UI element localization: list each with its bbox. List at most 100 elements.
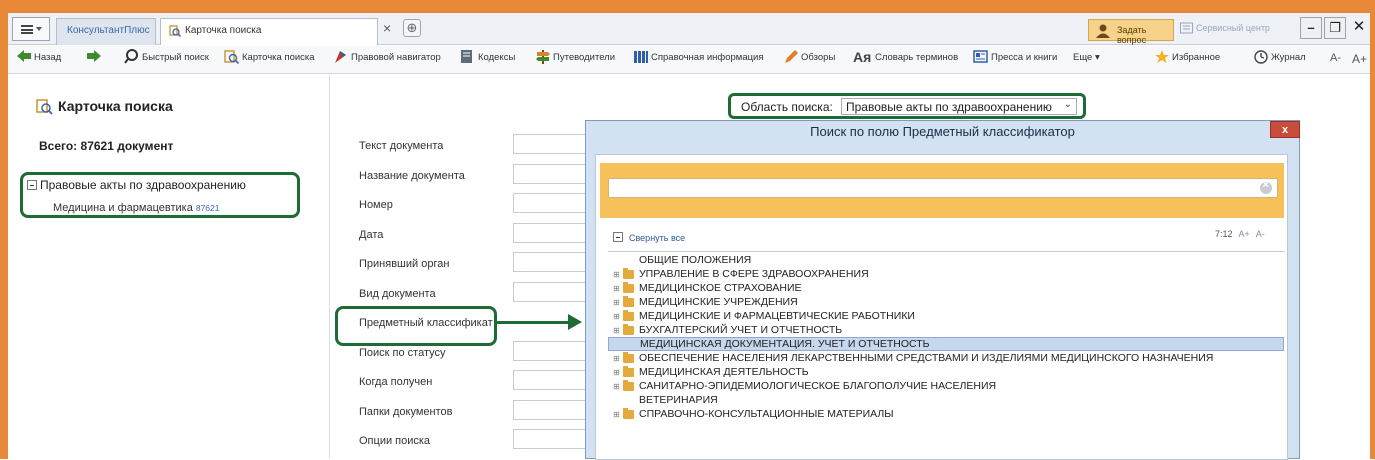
close-tab-icon[interactable]: × bbox=[383, 20, 391, 36]
field-input-folders[interactable] bbox=[513, 400, 593, 420]
folder-icon bbox=[623, 282, 634, 293]
service-center-link[interactable]: Сервисный центр bbox=[1180, 22, 1270, 34]
collapse-all-link[interactable]: Свернуть все bbox=[613, 232, 686, 243]
list-item[interactable]: ⊞ САНИТАРНО-ЭПИДЕМИОЛОГИЧЕСКОЕ БЛАГОПОЛУЧ… bbox=[608, 380, 1284, 394]
font-decrease-button[interactable]: A- bbox=[1330, 52, 1341, 64]
list-item[interactable]: ⊞ МЕДИЦИНСКИЕ И ФАРМАЦЕВТИЧЕСКИЕ РАБОТНИК… bbox=[608, 310, 1284, 324]
search-card-button[interactable]: Карточка поиска bbox=[224, 50, 315, 65]
new-tab-button[interactable]: ⊕ bbox=[403, 19, 421, 37]
list-item[interactable]: ВЕТЕРИНАРИЯ bbox=[608, 394, 1284, 408]
expand-icon[interactable]: ⊞ bbox=[613, 327, 621, 335]
journal-button[interactable]: Журнал bbox=[1253, 50, 1306, 64]
tree-item-count: 87621 bbox=[195, 203, 220, 213]
dialog-font-controls: 7:12 A+ A- bbox=[1215, 229, 1265, 239]
folder-icon bbox=[623, 324, 634, 335]
expand-icon[interactable]: ⊞ bbox=[613, 369, 621, 377]
quick-search-button[interactable]: Быстрый поиск bbox=[124, 49, 209, 64]
list-item[interactable]: ⊞ БУХГАЛТЕРСКИЙ УЧЕТ И ОТЧЕТНОСТЬ bbox=[608, 324, 1284, 338]
maximize-button[interactable]: ❐ bbox=[1324, 17, 1346, 39]
star-icon bbox=[1154, 49, 1170, 67]
main-menu-button[interactable] bbox=[12, 17, 50, 41]
back-button[interactable]: Назад bbox=[16, 50, 61, 63]
hamburger-icon bbox=[20, 24, 33, 34]
field-label-title: Название документа bbox=[359, 170, 465, 182]
expand-icon[interactable]: ⊞ bbox=[613, 355, 621, 363]
close-window-button[interactable]: ✕ bbox=[1348, 17, 1370, 39]
search-card-icon bbox=[169, 25, 182, 40]
dialog-search-input[interactable] bbox=[608, 178, 1278, 198]
list-item[interactable]: ⊞ МЕДИЦИНСКИЕ УЧРЕЖДЕНИЯ bbox=[608, 296, 1284, 310]
ask-question-button[interactable]: Задать вопрос bbox=[1088, 19, 1174, 45]
press-button[interactable]: Пресса и книги bbox=[973, 50, 1058, 63]
field-input-authority[interactable] bbox=[513, 252, 593, 272]
press-label: Пресса и книги bbox=[991, 52, 1058, 63]
field-input-options[interactable] bbox=[513, 429, 593, 449]
folder-icon bbox=[623, 268, 634, 279]
field-label-doc-type: Вид документа bbox=[359, 288, 436, 300]
codes-button[interactable]: Кодексы bbox=[460, 50, 515, 63]
tree-item-medicine[interactable]: Медицина и фармацевтика 87621 bbox=[53, 202, 219, 214]
field-input-received[interactable] bbox=[513, 370, 593, 390]
collapse-all-label: Свернуть все bbox=[629, 233, 686, 243]
list-item[interactable]: ⊞ МЕДИЦИНСКОЕ СТРАХОВАНИЕ bbox=[608, 282, 1284, 296]
more-menu-button[interactable]: Еще ▾ bbox=[1073, 52, 1100, 63]
expand-icon[interactable]: ⊞ bbox=[613, 383, 621, 391]
field-label-folders: Папки документов bbox=[359, 406, 453, 418]
clear-search-icon[interactable] bbox=[1260, 179, 1272, 194]
navigator-icon bbox=[333, 49, 349, 67]
list-item[interactable]: ⊞ ОБЕСПЕЧЕНИЕ НАСЕЛЕНИЯ ЛЕКАРСТВЕННЫМИ СР… bbox=[608, 352, 1284, 366]
tab-search-card[interactable]: Карточка поиска bbox=[160, 18, 378, 45]
title-bar: КонсультантПлюс Карточка поиска × ⊕ Зада… bbox=[8, 13, 1370, 45]
field-input-title[interactable] bbox=[513, 164, 593, 184]
list-item[interactable]: ⊞ СПРАВОЧНО-КОНСУЛЬТАЦИОННЫЕ МАТЕРИАЛЫ bbox=[608, 408, 1284, 422]
expand-icon[interactable]: ⊞ bbox=[613, 411, 621, 419]
reviews-button[interactable]: Обзоры bbox=[783, 50, 836, 63]
legal-navigator-label: Правовой навигатор bbox=[351, 52, 441, 63]
field-input-number[interactable] bbox=[513, 193, 593, 213]
field-input-status[interactable] bbox=[513, 341, 593, 361]
left-panel: Карточка поиска Всего: 87621 документ Пр… bbox=[8, 75, 330, 459]
page-title: Карточка поиска bbox=[36, 98, 173, 115]
glossary-button[interactable]: Словарь терминов bbox=[875, 52, 958, 63]
list-item-selected[interactable]: МЕДИЦИНСКАЯ ДОКУМЕНТАЦИЯ. УЧЕТ И ОТЧЕТНО… bbox=[608, 337, 1284, 351]
glossary-icon[interactable]: Ая bbox=[853, 49, 871, 65]
guides-button[interactable]: Путеводители bbox=[535, 50, 615, 64]
dialog-close-button[interactable]: x bbox=[1270, 121, 1300, 138]
arrow-right-icon bbox=[568, 314, 582, 330]
field-label-date: Дата bbox=[359, 229, 384, 241]
expand-icon[interactable]: ⊞ bbox=[613, 299, 621, 307]
font-decrease-button[interactable]: A- bbox=[1256, 229, 1265, 239]
minimize-button[interactable]: – bbox=[1300, 17, 1322, 39]
total-count: Всего: 87621 документ bbox=[39, 139, 174, 153]
legal-navigator-button[interactable]: Правовой навигатор bbox=[333, 51, 441, 63]
favorites-button[interactable]: Избранное bbox=[1154, 50, 1220, 63]
field-input-text[interactable] bbox=[513, 134, 593, 154]
pointer-arrow-line bbox=[497, 321, 571, 324]
pen-icon bbox=[783, 49, 799, 67]
font-increase-button[interactable]: A+ bbox=[1352, 52, 1367, 66]
chevron-down-icon: ⌄ bbox=[1063, 99, 1072, 110]
page-title-label: Карточка поиска bbox=[58, 98, 173, 114]
main-toolbar: Назад Быстрый поиск Карточка поиска Прав… bbox=[8, 46, 1370, 74]
search-card-label: Карточка поиска bbox=[242, 52, 315, 63]
history-icon bbox=[1253, 49, 1269, 67]
expand-icon[interactable]: ⊞ bbox=[613, 271, 621, 279]
tab-consultant[interactable]: КонсультантПлюс bbox=[56, 18, 156, 45]
list-item[interactable]: ⊞ МЕДИЦИНСКАЯ ДЕЯТЕЛЬНОСТЬ bbox=[608, 366, 1284, 380]
reference-button[interactable]: Справочная информация bbox=[633, 51, 764, 63]
font-increase-button[interactable]: A+ bbox=[1239, 229, 1250, 239]
newspaper-icon bbox=[973, 49, 989, 67]
expand-icon[interactable]: ⊞ bbox=[613, 313, 621, 321]
field-input-date[interactable] bbox=[513, 223, 593, 243]
tree-node-legal-acts[interactable]: Правовые акты по здравоохранению bbox=[27, 178, 246, 192]
search-card-icon bbox=[224, 49, 240, 67]
search-area-dropdown[interactable]: Правовые акты по здравоохранению ⌄ bbox=[841, 98, 1077, 115]
field-input-doc-type[interactable] bbox=[513, 282, 593, 302]
expand-icon[interactable]: ⊞ bbox=[613, 285, 621, 293]
list-item[interactable]: ⊞ УПРАВЛЕНИЕ В СФЕРЕ ЗДРАВООХРАНЕНИЯ bbox=[608, 268, 1284, 282]
tree-item-label: Медицина и фармацевтика bbox=[53, 202, 193, 214]
collapse-icon[interactable] bbox=[27, 180, 37, 190]
reviews-label: Обзоры bbox=[801, 52, 836, 63]
list-item[interactable]: ОБЩИЕ ПОЛОЖЕНИЯ bbox=[608, 254, 1284, 268]
chevron-down-icon bbox=[35, 27, 42, 31]
